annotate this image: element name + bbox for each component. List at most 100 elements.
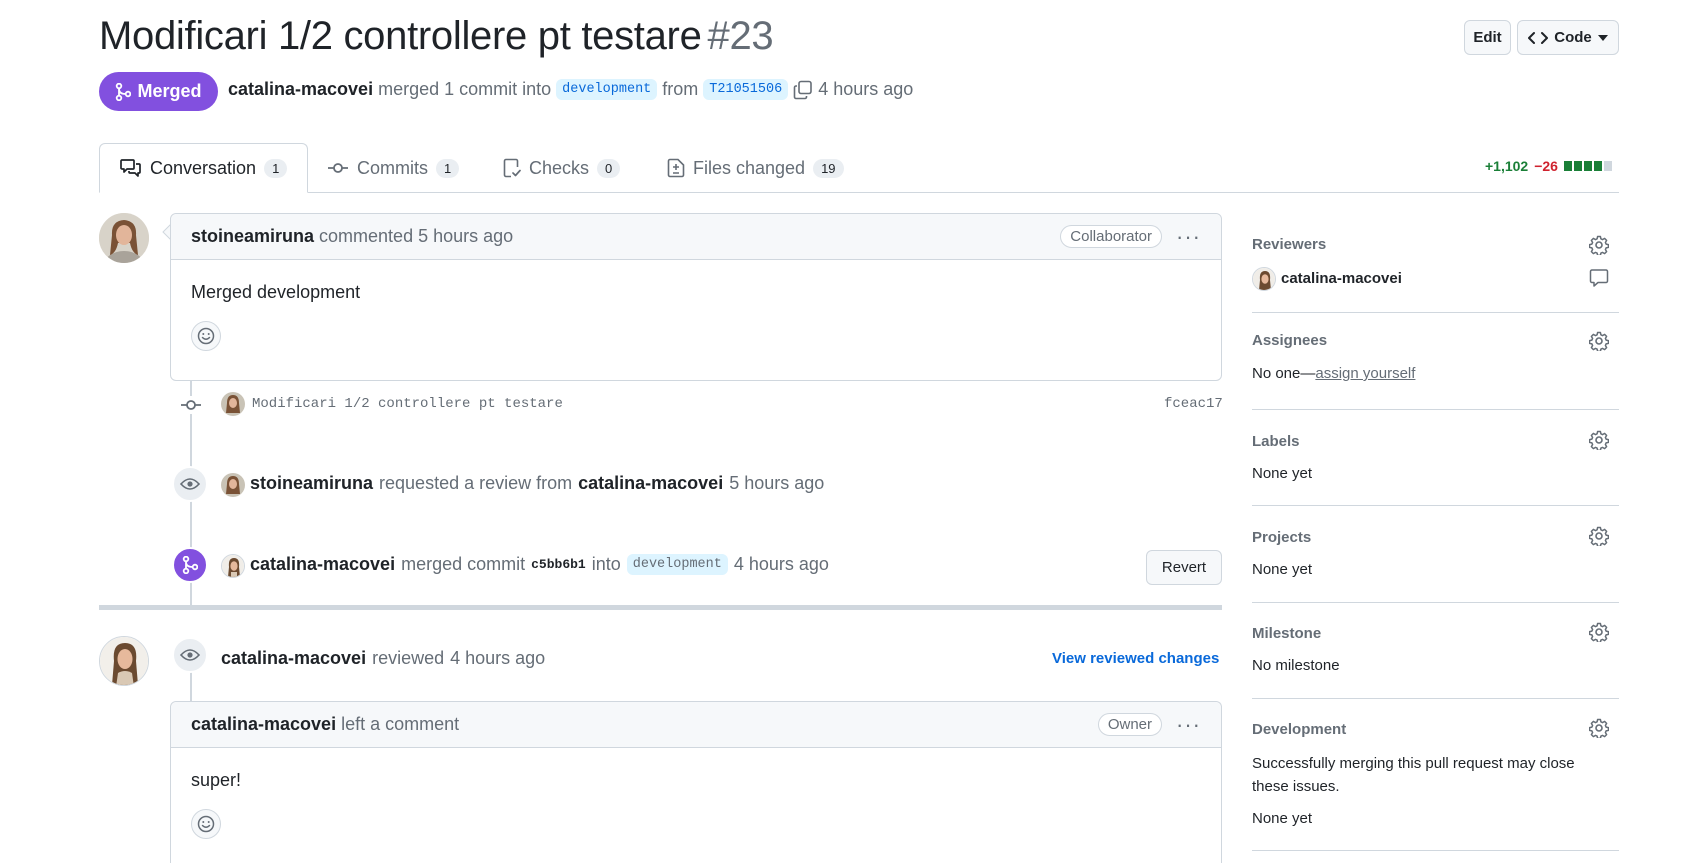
collaborator-badge: Collaborator [1060, 225, 1163, 248]
pr-meta-action: merged 1 commit into [378, 79, 552, 99]
tab-conversation[interactable]: Conversation 1 [99, 143, 309, 193]
labels-value: None yet [1252, 465, 1313, 482]
file-diff-icon [667, 158, 685, 178]
code-button-label: Code [1554, 29, 1592, 46]
pr-meta-time: 4 hours ago [818, 79, 914, 99]
review-time[interactable]: 4 hours ago [450, 648, 545, 669]
merge-target-branch[interactable]: development [626, 554, 728, 575]
smiley-icon[interactable] [191, 809, 221, 839]
milestone-title[interactable]: Milestone [1252, 625, 1321, 642]
development-description: Successfully merging this pull request m… [1252, 755, 1575, 795]
pr-number: #23 [707, 14, 774, 58]
commit-icon [181, 400, 201, 410]
avatar-small-stoineamiruna[interactable] [221, 392, 245, 416]
projects-value: None yet [1252, 561, 1313, 578]
sidebar-labels: Labels None yet [1252, 422, 1619, 506]
merge-time[interactable]: 4 hours ago [734, 554, 829, 575]
review-request-target[interactable]: catalina-macovei [578, 473, 723, 494]
assignees-value: No one—assign yourself [1252, 365, 1415, 382]
code-button[interactable]: Code [1517, 20, 1619, 55]
tab-commits[interactable]: Commits 1 [307, 143, 479, 193]
tab-conversation-label: Conversation [150, 157, 257, 178]
avatar-small-catalina-macovei[interactable] [221, 554, 245, 578]
edit-button[interactable]: Edit [1464, 20, 1511, 55]
diffstat-add-block [1593, 161, 1602, 171]
review-request-actor[interactable]: stoineamiruna [250, 473, 373, 494]
gear-icon[interactable] [1589, 430, 1609, 450]
sidebar-development: Development Successfully merging this pu… [1252, 711, 1619, 851]
development-title[interactable]: Development [1252, 721, 1346, 738]
tab-conversation-count: 1 [264, 158, 288, 178]
kebab-horizontal-icon[interactable]: ··· [1176, 712, 1201, 738]
reviewer-avatar[interactable] [1252, 267, 1276, 291]
edit-button-label: Edit [1473, 29, 1502, 46]
assignees-title[interactable]: Assignees [1252, 332, 1327, 349]
merge-action: merged commit [401, 554, 526, 574]
sidebar-reviewers: Reviewers catalina-macovei [1252, 230, 1619, 313]
diffstat-add-block [1583, 161, 1592, 171]
review-request-time[interactable]: 5 hours ago [729, 473, 824, 494]
sidebar-assignees: Assignees No one—assign yourself [1252, 326, 1619, 410]
development-value: None yet [1252, 810, 1313, 827]
diffstat-add-block [1573, 161, 1582, 171]
comment-body-text: Merged development [191, 282, 361, 302]
projects-title[interactable]: Projects [1252, 529, 1311, 546]
labels-title[interactable]: Labels [1252, 433, 1300, 450]
revert-button-label: Revert [1161, 559, 1207, 576]
pr-author[interactable]: catalina-macovei [228, 79, 373, 100]
owner-badge: Owner [1097, 713, 1163, 736]
tab-files-changed[interactable]: Files changed 19 [647, 143, 864, 193]
review-actor[interactable]: catalina-macovei [221, 648, 366, 669]
view-reviewed-changes-link[interactable]: View reviewed changes [1052, 650, 1219, 667]
review-comment-author[interactable]: catalina-macovei [191, 714, 336, 735]
review-request-event: stoineamiruna requested a review from ca… [250, 473, 824, 494]
diffstat-add-block [1563, 161, 1572, 171]
gear-icon[interactable] [1589, 622, 1609, 642]
comment-author[interactable]: stoineamiruna [191, 226, 314, 247]
gear-icon[interactable] [1589, 718, 1609, 738]
gear-icon[interactable] [1589, 331, 1609, 351]
avatar-catalina-macovei[interactable] [99, 636, 149, 686]
checklist-icon [503, 158, 521, 178]
tab-checks-count: 0 [597, 158, 621, 178]
code-icon [1528, 30, 1549, 46]
commit-sha[interactable]: fceac17 [1164, 396, 1223, 412]
assignees-none: No one— [1252, 365, 1316, 382]
review-comment-body: super! [171, 748, 1221, 839]
eye-icon [180, 478, 200, 490]
commit-row-icon [180, 396, 202, 414]
reviewers-title[interactable]: Reviewers [1252, 236, 1326, 253]
reviewer-name[interactable]: catalina-macovei [1281, 270, 1402, 287]
git-merge-icon [115, 82, 132, 101]
comment-card: stoineamiruna commented 5 hours ago Coll… [170, 213, 1222, 381]
head-branch[interactable]: T21051506 [703, 79, 789, 100]
assign-yourself-link[interactable]: assign yourself [1315, 365, 1415, 382]
comment-discussion-icon [120, 158, 142, 178]
diffstat-blocks [1563, 161, 1612, 171]
review-event-icon [172, 637, 208, 673]
comment-time[interactable]: 5 hours ago [418, 226, 513, 247]
review-comment-header: catalina-macovei left a comment Owner ··… [171, 702, 1221, 748]
comment-body: Merged development [171, 260, 1221, 351]
base-branch[interactable]: development [556, 79, 658, 100]
revert-button[interactable]: Revert [1146, 550, 1222, 585]
commit-message[interactable]: Modificari 1/2 controllere pt testare [252, 396, 563, 412]
review-request-event-icon [172, 466, 208, 502]
git-merge-icon [182, 556, 198, 574]
gear-icon[interactable] [1589, 235, 1609, 255]
sidebar-projects: Projects None yet [1252, 519, 1619, 603]
tab-commits-count: 1 [436, 158, 460, 178]
merged-state-label: Merged [137, 81, 202, 101]
merge-actor[interactable]: catalina-macovei [250, 554, 395, 575]
avatar-small-stoineamiruna-2[interactable] [221, 473, 245, 497]
avatar-stoineamiruna[interactable] [99, 213, 149, 263]
pr-meta: catalina-macovei merged 1 commit into de… [228, 79, 913, 100]
merge-commit-sha[interactable]: c5bb6b1 [531, 557, 586, 572]
review-request-action: requested a review from [379, 473, 573, 493]
tab-checks[interactable]: Checks 0 [483, 143, 640, 193]
gear-icon[interactable] [1589, 526, 1609, 546]
smiley-icon[interactable] [191, 321, 221, 351]
kebab-horizontal-icon[interactable]: ··· [1176, 224, 1201, 250]
copy-icon[interactable] [793, 80, 813, 100]
review-comment-action: left a comment [341, 714, 460, 734]
